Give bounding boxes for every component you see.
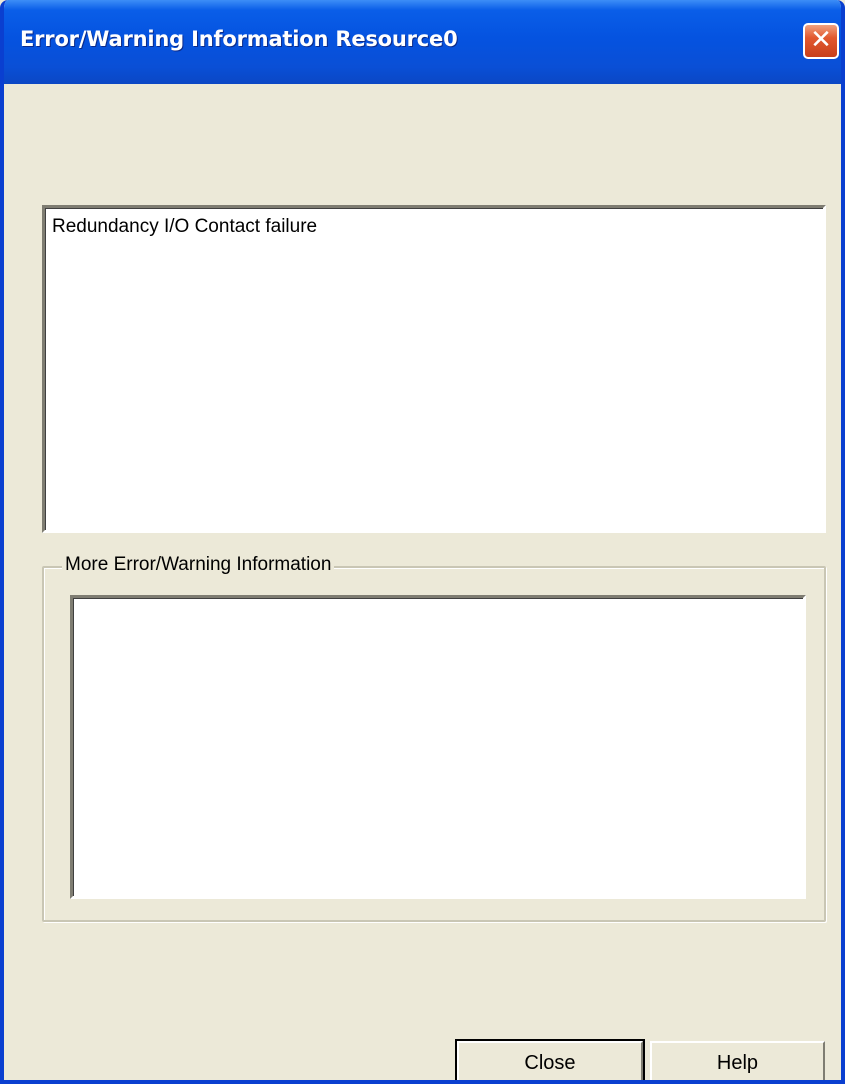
error-message-box[interactable]: Redundancy I/O Contact failure	[42, 205, 826, 533]
more-info-label: More Error/Warning Information	[62, 554, 335, 576]
more-info-box[interactable]	[70, 595, 806, 899]
close-button[interactable]: Close	[455, 1039, 645, 1080]
dialog-window: Error/Warning Information Resource0 ✕ Re…	[0, 0, 845, 1084]
close-window-icon[interactable]: ✕	[803, 23, 839, 59]
error-message-text: Redundancy I/O Contact failure	[52, 216, 318, 237]
title-bar[interactable]: Error/Warning Information Resource0 ✕	[4, 0, 841, 84]
window-title: Error/Warning Information Resource0	[20, 27, 458, 51]
help-button[interactable]: Help	[650, 1041, 825, 1080]
